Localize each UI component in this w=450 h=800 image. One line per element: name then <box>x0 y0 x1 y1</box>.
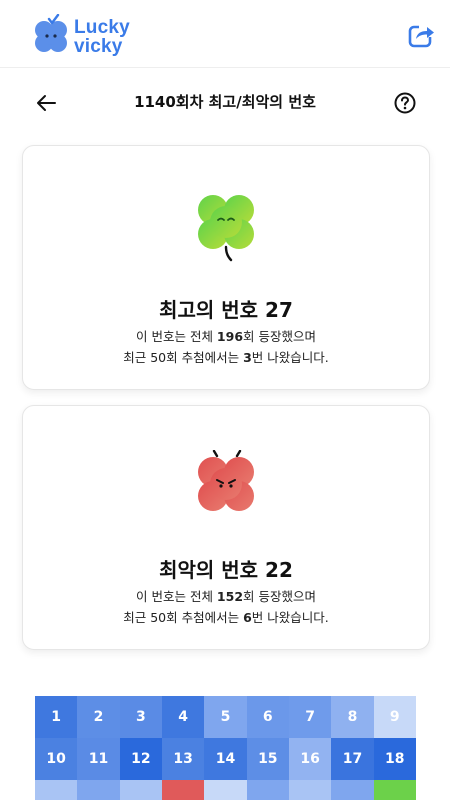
share-button[interactable] <box>406 20 436 50</box>
number-cell[interactable]: 4 <box>161 696 205 738</box>
number-cell[interactable]: 1 <box>35 696 78 738</box>
number-cell[interactable]: 5 <box>204 696 247 738</box>
number-cell[interactable] <box>204 780 247 800</box>
page-header: 1140회차 최고/최악의 번호 <box>0 78 450 128</box>
number-cell[interactable] <box>77 780 120 800</box>
number-cell[interactable] <box>35 780 78 800</box>
number-cell[interactable]: 12 <box>119 738 162 780</box>
number-cell[interactable] <box>373 780 416 800</box>
number-cell[interactable]: 9 <box>373 696 416 738</box>
share-icon <box>408 22 435 48</box>
question-circle-icon <box>394 92 416 114</box>
lucky-vicky-logo[interactable]: Lucky vicky <box>30 12 140 58</box>
number-cell[interactable]: 8 <box>331 696 374 738</box>
brand-name: Lucky vicky <box>74 18 130 56</box>
worst-number-card[interactable]: 최악의 번호 22 이 번호는 전체 152회 등장했으며 최근 50회 추첨에… <box>22 405 430 650</box>
number-cell[interactable] <box>288 780 332 800</box>
brand-name-line2: vicky <box>74 36 123 57</box>
number-frequency-grid: 1 2 3 4 5 6 7 8 9 10 11 12 13 14 15 16 17 18 <box>35 696 416 800</box>
best-desc-line1: 이 번호는 전체 196회 등장했으며 <box>23 326 429 347</box>
number-cell[interactable] <box>161 780 205 800</box>
best-recent-count: 3 <box>243 350 252 365</box>
number-cell[interactable]: 18 <box>373 738 416 780</box>
clover-logo-icon <box>35 14 67 52</box>
number-cell[interactable]: 16 <box>288 738 332 780</box>
worst-desc-line2: 최근 50회 추첨에서는 6번 나왔습니다. <box>23 607 429 628</box>
worst-recent-count: 6 <box>243 610 252 625</box>
number-cell[interactable]: 2 <box>77 696 120 738</box>
number-cell[interactable]: 10 <box>35 738 78 780</box>
best-desc1-pre: 이 번호는 전체 <box>136 329 217 344</box>
number-cell[interactable]: 17 <box>331 738 374 780</box>
brand-name-line1: Lucky <box>74 17 130 38</box>
number-cell[interactable] <box>119 780 162 800</box>
number-cell[interactable]: 6 <box>246 696 289 738</box>
help-button[interactable] <box>392 90 418 116</box>
number-cell[interactable]: 14 <box>204 738 247 780</box>
angry-red-clover-icon <box>198 450 254 511</box>
best-desc2-post: 번 나왔습니다. <box>251 350 329 365</box>
worst-desc2-pre: 최근 50회 추첨에서는 <box>123 610 244 625</box>
worst-number-title: 최악의 번호 22 <box>159 558 293 582</box>
number-cell[interactable] <box>331 780 374 800</box>
top-bar: Lucky vicky <box>0 0 450 68</box>
number-cell[interactable]: 11 <box>77 738 120 780</box>
number-cell[interactable]: 3 <box>119 696 162 738</box>
number-cell[interactable]: 7 <box>288 696 332 738</box>
number-cell[interactable]: 15 <box>246 738 289 780</box>
best-desc-line2: 최근 50회 추첨에서는 3번 나왔습니다. <box>23 347 429 368</box>
worst-desc-line1: 이 번호는 전체 152회 등장했으며 <box>23 586 429 607</box>
best-number-card[interactable]: 최고의 번호 27 이 번호는 전체 196회 등장했으며 최근 50회 추첨에… <box>22 145 430 390</box>
number-cell[interactable] <box>246 780 289 800</box>
best-total-count: 196 <box>216 329 244 344</box>
happy-green-clover-icon <box>198 195 254 262</box>
best-number-title: 최고의 번호 27 <box>159 298 293 322</box>
best-desc1-post: 회 등장했으며 <box>243 329 316 344</box>
page-title: 1140회차 최고/최악의 번호 <box>134 93 316 111</box>
worst-desc1-pre: 이 번호는 전체 <box>136 589 217 604</box>
worst-desc2-post: 번 나왔습니다. <box>251 610 329 625</box>
worst-desc1-post: 회 등장했으며 <box>243 589 316 604</box>
best-desc2-pre: 최근 50회 추첨에서는 <box>123 350 244 365</box>
worst-number-description: 이 번호는 전체 152회 등장했으며 최근 50회 추첨에서는 6번 나왔습니… <box>23 586 429 628</box>
best-number-description: 이 번호는 전체 196회 등장했으며 최근 50회 추첨에서는 3번 나왔습니… <box>23 326 429 368</box>
worst-total-count: 152 <box>216 589 244 604</box>
number-cell[interactable]: 13 <box>161 738 205 780</box>
